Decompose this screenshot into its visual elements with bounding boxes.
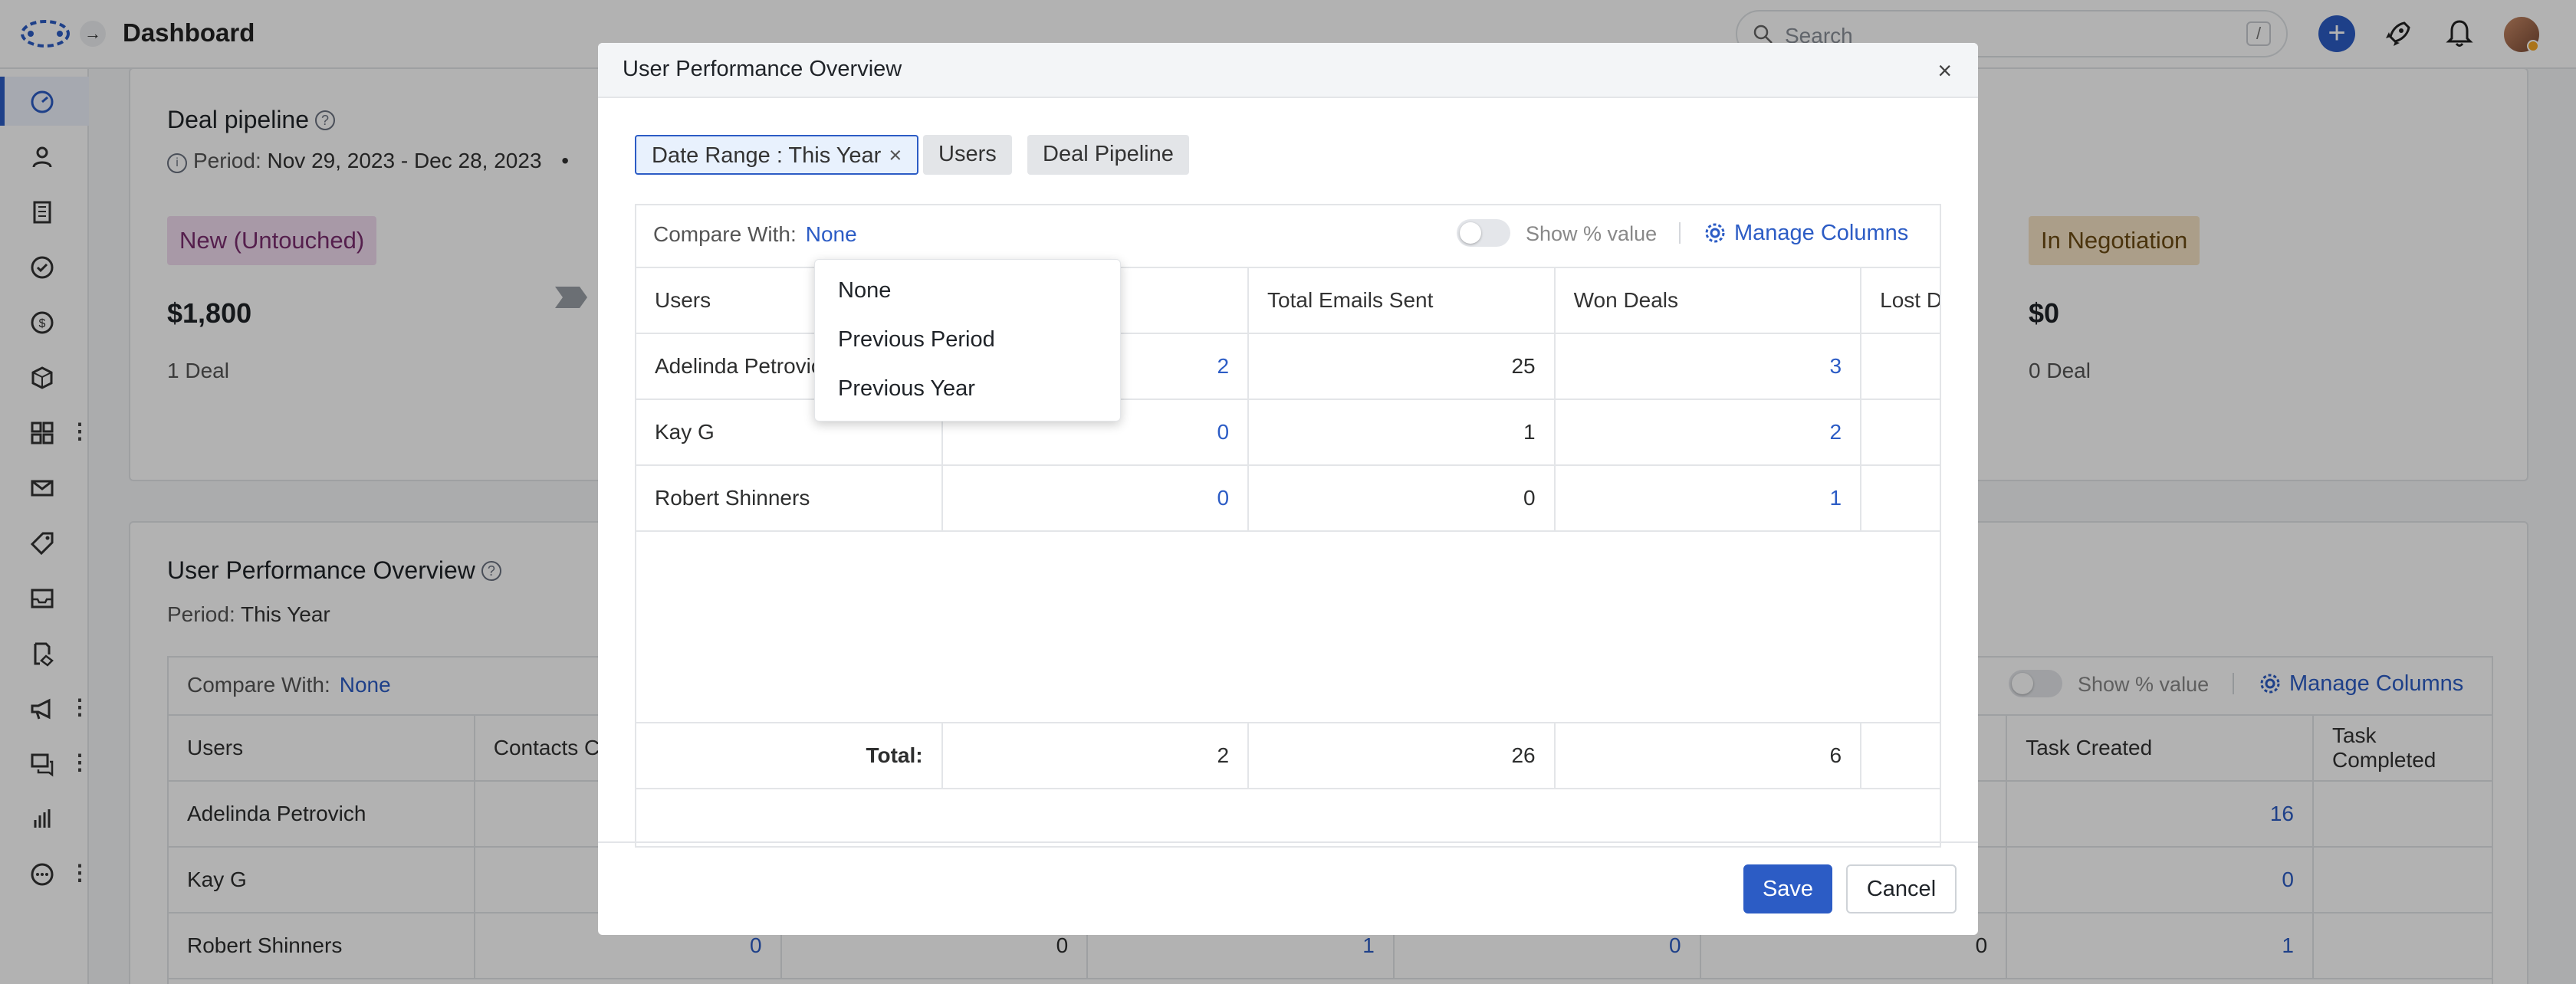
table-cell: 0 — [1247, 464, 1556, 532]
table-cell: 25 — [1247, 333, 1556, 400]
total-cell: 2 — [941, 722, 1250, 789]
filter-chip-users[interactable]: Users — [923, 135, 1012, 175]
cancel-button[interactable]: Cancel — [1846, 864, 1957, 913]
table-cell[interactable]: 0 — [941, 464, 1250, 532]
compare-with-dropdown[interactable]: None — [806, 222, 857, 246]
table-cell: 1 — [1247, 399, 1556, 466]
filter-chip-deal-pipeline[interactable]: Deal Pipeline — [1027, 135, 1189, 175]
totals-row: Total: 2 26 6 — [636, 722, 1940, 789]
save-button[interactable]: Save — [1743, 864, 1832, 913]
remove-filter-icon[interactable]: × — [889, 143, 902, 168]
column-header[interactable]: Total Emails Sent — [1247, 267, 1556, 334]
menu-item-previous-period[interactable]: Previous Period — [838, 327, 995, 353]
table-row: Robert Shinners 0 0 1 — [636, 464, 1940, 532]
modal-title: User Performance Overview — [623, 57, 902, 81]
table-cell — [1860, 399, 1940, 466]
user-cell: Robert Shinners — [636, 464, 943, 532]
total-cell — [1860, 722, 1940, 789]
show-percent-toggle[interactable] — [1457, 219, 1510, 247]
table-cell[interactable]: 3 — [1553, 333, 1862, 400]
menu-item-previous-year[interactable]: Previous Year — [838, 376, 975, 402]
table-cell[interactable]: 1 — [1553, 464, 1862, 532]
compare-with-menu: None Previous Period Previous Year — [814, 259, 1121, 421]
total-cell: 26 — [1247, 722, 1556, 789]
user-performance-modal: User Performance Overview × Date Range :… — [598, 43, 1978, 935]
filter-chip-date-range[interactable]: Date Range : This Year × — [635, 135, 919, 175]
total-label: Total: — [636, 722, 943, 789]
column-header[interactable]: Lost D — [1860, 267, 1940, 334]
table-empty-row — [636, 530, 1940, 723]
total-cell: 6 — [1553, 722, 1862, 789]
table-cell — [1860, 333, 1940, 400]
gear-icon — [1705, 223, 1725, 243]
column-header[interactable]: Won Deals — [1553, 267, 1862, 334]
compare-with: Compare With: None — [653, 222, 857, 246]
close-icon[interactable]: × — [1937, 57, 1952, 85]
show-percent-label: Show % value — [1526, 222, 1658, 245]
divider — [1679, 222, 1681, 244]
table-cell — [1860, 464, 1940, 532]
table-cell[interactable]: 2 — [1553, 399, 1862, 466]
manage-columns-button[interactable]: Manage Columns — [1704, 221, 1908, 246]
modal-header: User Performance Overview × — [598, 43, 1978, 98]
menu-item-none[interactable]: None — [838, 278, 891, 303]
